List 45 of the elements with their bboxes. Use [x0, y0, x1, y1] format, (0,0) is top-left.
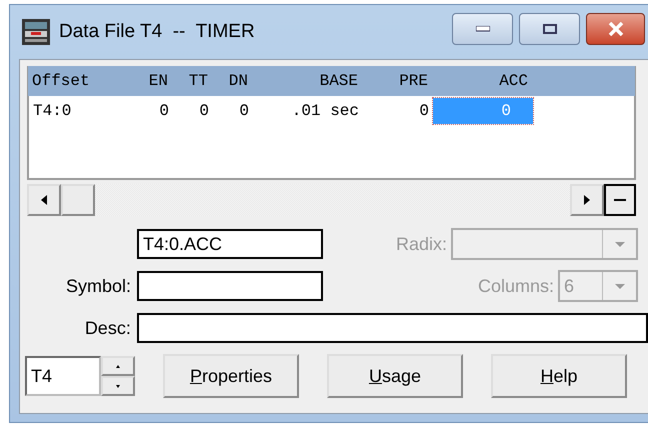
dropdown-arrow-icon	[614, 242, 624, 246]
monitor-icon	[21, 18, 51, 46]
column-header: EN	[148, 72, 169, 90]
maximize-icon	[542, 24, 556, 34]
minimize-icon	[476, 26, 490, 32]
right-arrow-icon	[584, 195, 590, 205]
up-arrow-icon	[116, 364, 120, 368]
symbol-label: Symbol:	[64, 276, 132, 296]
symbol-field[interactable]	[137, 271, 323, 301]
down-arrow-icon	[116, 384, 120, 388]
column-header: TT	[188, 72, 209, 90]
columns-label: Columns:	[478, 276, 555, 296]
description-field[interactable]	[136, 313, 648, 343]
desc-label: Desc:	[84, 318, 132, 338]
close-icon	[608, 22, 624, 36]
scrollbar-thumb[interactable]	[61, 184, 95, 216]
close-button[interactable]	[586, 13, 645, 45]
minus-icon	[614, 199, 626, 201]
table-cell[interactable]: 0	[123, 98, 173, 124]
maximize-button[interactable]	[519, 13, 580, 45]
file-field[interactable]: T4	[25, 356, 101, 396]
dialog-button[interactable]: Properties	[163, 354, 299, 398]
column-header: Offset	[32, 72, 91, 90]
dropdown-arrow-icon	[614, 284, 624, 288]
dialog-button[interactable]: Help	[491, 354, 627, 398]
window-title: Data File T4 -- TIMER	[59, 21, 256, 43]
column-header: ACC	[498, 72, 529, 90]
radix-label: Radix:	[396, 234, 448, 254]
scroll-left-button[interactable]	[27, 184, 61, 216]
collapse-button[interactable]	[604, 184, 636, 216]
minimize-button[interactable]	[452, 13, 513, 45]
spin-up-button[interactable]	[101, 356, 135, 376]
column-header: PRE	[398, 72, 429, 90]
table-cell[interactable]: 0	[363, 98, 433, 124]
column-header: DN	[228, 72, 249, 90]
spin-down-button[interactable]	[101, 376, 135, 396]
table-cell[interactable]: 0	[213, 98, 253, 124]
column-header: BASE	[318, 72, 359, 90]
address-field[interactable]: T4:0.ACC	[137, 229, 323, 259]
table-cell[interactable]: .01 sec	[253, 98, 363, 124]
left-arrow-icon	[41, 195, 47, 205]
table-cell[interactable]: 0	[173, 98, 213, 124]
dialog-button[interactable]: Usage	[327, 354, 463, 398]
table-cell[interactable]: T4:0	[33, 98, 123, 124]
scroll-right-button[interactable]	[570, 184, 604, 216]
